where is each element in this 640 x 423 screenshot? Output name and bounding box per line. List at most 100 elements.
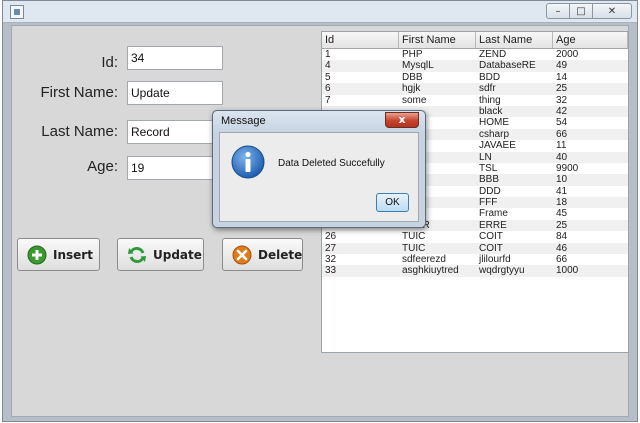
cell-age: 10 xyxy=(556,174,568,186)
cell-last-name: COIT xyxy=(479,231,503,243)
table-row[interactable]: 7 some thing 32 xyxy=(322,94,628,106)
cell-last-name: DDD xyxy=(479,185,501,197)
column-header-age[interactable]: Age xyxy=(553,32,628,48)
cell-first-name: asghkiuytred xyxy=(402,265,459,277)
cell-age: 66 xyxy=(556,254,568,266)
dialog-body: Data Deleted Succefully OK xyxy=(219,132,419,222)
cell-age: 2000 xyxy=(556,49,579,60)
cell-first-name: TUIC xyxy=(402,242,426,254)
table-row[interactable]: 26 TUIC COIT 84 xyxy=(322,231,628,243)
table-row[interactable]: 33 asghkiuytred wqdrgtyyu 1000 xyxy=(322,265,628,277)
cell-last-name: BBB xyxy=(479,174,500,186)
last-name-field[interactable]: Record xyxy=(127,120,223,144)
cell-first-name: some xyxy=(402,94,427,106)
cell-last-name: LN xyxy=(479,151,492,163)
cell-age: 42 xyxy=(556,105,568,117)
cell-last-name: Frame xyxy=(479,208,508,220)
cell-last-name: ERRE xyxy=(479,219,507,231)
cell-age: 14 xyxy=(556,71,568,83)
delete-button[interactable]: Delete xyxy=(222,238,303,271)
cell-age: 32 xyxy=(556,94,568,106)
cell-id: 27 xyxy=(325,242,337,254)
dialog-close-button[interactable]: x xyxy=(385,112,419,128)
message-dialog: Message x Data Deleted Succefully OK xyxy=(212,110,426,228)
refresh-icon xyxy=(128,246,146,263)
cell-id: 26 xyxy=(325,231,337,243)
age-field[interactable]: 19 xyxy=(127,156,223,180)
plus-icon xyxy=(27,245,47,264)
cell-first-name: sdfeerezd xyxy=(402,254,446,266)
update-label: Update xyxy=(153,247,202,262)
cell-first-name: DBB xyxy=(402,71,423,83)
cell-last-name: wqdrgtyyu xyxy=(479,265,525,277)
table-header: Id First Name Last Name Age xyxy=(322,32,628,49)
window-controls: – □ ✕ xyxy=(546,3,632,19)
cell-last-name: DatabaseRE xyxy=(479,60,536,72)
cell-age: 46 xyxy=(556,242,568,254)
cell-first-name: PHP xyxy=(402,49,423,60)
cell-age: 66 xyxy=(556,128,568,140)
insert-label: Insert xyxy=(53,247,93,262)
column-header-first-name[interactable]: First Name xyxy=(399,32,476,48)
cell-last-name: thing xyxy=(479,94,501,106)
cell-age: 11 xyxy=(556,140,567,152)
table-row[interactable]: 4 MysqlL DatabaseRE 49 xyxy=(322,60,628,72)
dialog-titlebar[interactable]: Message x xyxy=(213,111,425,132)
cell-age: 9900 xyxy=(556,162,579,174)
table-row[interactable]: 1 PHP ZEND 2000 xyxy=(322,49,628,61)
table-row[interactable]: 6 hgjk sdfr 25 xyxy=(322,83,628,95)
minimize-button[interactable]: – xyxy=(546,3,570,19)
delete-label: Delete xyxy=(258,247,303,262)
close-button[interactable]: ✕ xyxy=(592,3,632,19)
cell-last-name: sdfr xyxy=(479,83,496,95)
cell-last-name: TSL xyxy=(479,162,498,174)
window-titlebar[interactable]: – □ ✕ xyxy=(3,1,637,23)
cell-first-name: TUIC xyxy=(402,231,426,243)
cell-id: 4 xyxy=(325,60,331,72)
column-header-id[interactable]: Id xyxy=(322,32,399,48)
id-label: Id: xyxy=(101,54,118,71)
cell-id: 7 xyxy=(325,94,331,106)
first-name-label: First Name: xyxy=(40,84,118,101)
update-button[interactable]: Update xyxy=(117,238,204,271)
cell-age: 45 xyxy=(556,208,568,220)
info-icon xyxy=(231,145,265,179)
cell-last-name: csharp xyxy=(479,128,510,140)
table-row[interactable]: 27 TUIC COIT 46 xyxy=(322,242,628,255)
delete-icon xyxy=(232,245,252,264)
table-row[interactable]: 32 sdfeerezd jlilourfd 66 xyxy=(322,254,628,266)
cell-first-name: MysqlL xyxy=(402,60,434,72)
cell-age: 49 xyxy=(556,60,568,72)
cell-last-name: jlilourfd xyxy=(479,254,511,266)
table-row[interactable]: 5 DBB BDD 14 xyxy=(322,71,628,84)
cell-id: 1 xyxy=(325,49,331,60)
first-name-field[interactable]: Update xyxy=(127,81,223,105)
cell-id: 6 xyxy=(325,83,331,95)
cell-id: 32 xyxy=(325,254,337,266)
cell-id: 5 xyxy=(325,71,331,83)
cell-last-name: black xyxy=(479,105,503,117)
java-app-icon xyxy=(10,5,24,19)
cell-last-name: HOME xyxy=(479,117,509,129)
id-field[interactable]: 34 xyxy=(127,46,223,70)
cell-age: 18 xyxy=(556,197,568,209)
cell-age: 41 xyxy=(556,185,568,197)
cell-age: 1000 xyxy=(556,265,579,277)
cell-age: 25 xyxy=(556,83,568,95)
column-header-last-name[interactable]: Last Name xyxy=(476,32,553,48)
maximize-button[interactable]: □ xyxy=(569,3,593,19)
cell-age: 54 xyxy=(556,117,568,129)
cell-age: 84 xyxy=(556,231,568,243)
cell-age: 40 xyxy=(556,151,568,163)
last-name-label: Last Name: xyxy=(41,123,118,140)
dialog-message: Data Deleted Succefully xyxy=(278,158,385,169)
age-label: Age: xyxy=(87,158,118,175)
ok-button[interactable]: OK xyxy=(376,193,409,212)
dialog-title: Message xyxy=(221,115,266,127)
cell-age: 25 xyxy=(556,219,568,231)
cell-last-name: FFF xyxy=(479,197,498,209)
cell-last-name: BDD xyxy=(479,71,501,83)
cell-last-name: ZEND xyxy=(479,49,507,60)
insert-button[interactable]: Insert xyxy=(17,238,100,271)
cell-last-name: JAVAEE xyxy=(479,140,516,152)
